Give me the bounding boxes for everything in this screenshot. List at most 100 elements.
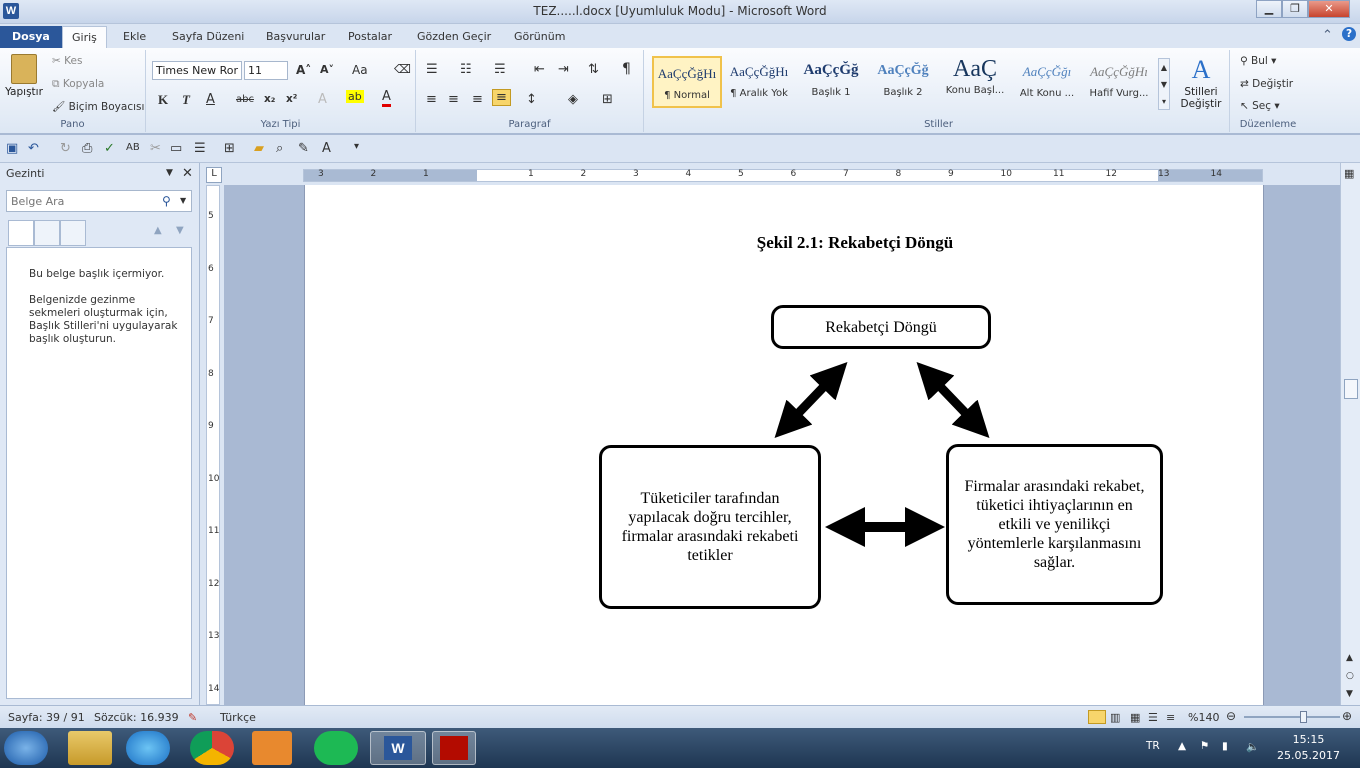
change-case-button[interactable]: Aa [352,63,368,77]
search-options-icon[interactable]: ▼ [180,196,186,205]
styles-scroll-icon[interactable]: ▲ ▼ ▾ [1158,58,1170,110]
replace-button[interactable]: ⇄ Değiştir [1240,78,1293,90]
zoom-out-icon[interactable]: ⊖ [1226,709,1236,723]
results-tab-icon[interactable] [60,220,86,246]
proofing-icon[interactable]: ✎ [188,711,197,724]
tab-selector-icon[interactable]: L [206,167,222,183]
restore-button[interactable]: ❐ [1282,0,1308,18]
input-language[interactable]: TR [1146,740,1160,752]
nav-menu-icon[interactable]: ▼ [166,168,173,178]
change-styles-button[interactable]: A Stilleri Değiştir [1174,54,1228,110]
style-subtitle[interactable]: AaÇçĞğı Alt Konu ... [1012,56,1082,108]
shading-icon[interactable]: ◈ [568,92,578,107]
tab-file[interactable]: Dosya [0,26,62,48]
tab-references[interactable]: Başvurular [257,26,334,48]
zoom-level[interactable]: %140 [1188,711,1219,724]
start-button-icon[interactable] [4,731,48,765]
spotify-icon[interactable] [314,731,358,765]
increase-indent-icon[interactable]: ⇥ [558,62,569,77]
cut-button[interactable]: ✂ Kes [52,55,82,67]
tab-insert[interactable]: Ekle [114,26,155,48]
font-color-icon[interactable]: A [382,90,391,107]
next-page-icon[interactable]: ▼ [1346,689,1353,699]
style-title[interactable]: AaÇ Konu Başl... [940,56,1010,108]
shrink-font-button[interactable]: A˅ [320,63,334,76]
underline-button[interactable]: A [206,92,215,107]
textbox-icon[interactable]: ▭ [170,141,182,156]
ribbon-collapse-icon[interactable]: ⌃ [1322,28,1333,43]
scroll-thumb[interactable] [1344,379,1358,399]
open-folder-icon[interactable]: ▰ [254,141,264,156]
tab-review[interactable]: Gözden Geçir [408,26,500,48]
next-heading-icon[interactable]: ▼ [176,225,184,236]
preview-icon[interactable]: ⌕ [276,141,283,156]
headings-tab-icon[interactable] [8,220,34,246]
copy-button[interactable]: ⧉ Kopyala [52,78,104,91]
sort-icon[interactable]: ⇅ [588,62,599,77]
list-icon[interactable]: ☰ [194,141,206,156]
redo-icon[interactable]: ↻ [60,141,71,156]
language[interactable]: Türkçe [220,711,256,724]
tab-mailings[interactable]: Postalar [339,26,401,48]
numbering-icon[interactable]: ☷ [460,62,472,77]
style-no-spacing[interactable]: AaÇçĞğHı ¶ Aralık Yok [724,56,794,108]
word-taskbar-icon[interactable]: W [370,731,426,765]
vertical-ruler[interactable]: 5 6 7 8 9 10 11 12 13 14 [200,185,224,705]
full-screen-view-icon[interactable]: ▥ [1110,711,1120,724]
draft-view-icon[interactable]: ≡ [1166,711,1175,724]
line-spacing-icon[interactable]: ↕ [526,92,537,107]
media-player-icon[interactable] [252,731,292,765]
justify-icon[interactable]: ≡ [492,89,511,106]
align-center-icon[interactable]: ≡ [448,92,459,107]
previous-heading-icon[interactable]: ▲ [154,225,162,236]
superscript-button[interactable]: x² [286,93,297,105]
style-normal[interactable]: AaÇçĞğHı ¶ Normal [652,56,722,108]
page-count[interactable]: Sayfa: 39 / 91 [8,711,85,724]
cut-icon[interactable]: ✂ [150,141,161,156]
zoom-slider-thumb[interactable] [1300,711,1307,723]
font-name-combo[interactable]: Times New Ror [152,61,242,80]
style-subtle-emphasis[interactable]: AaÇçĞğHı Hafif Vurg... [1084,56,1154,108]
abc-icon[interactable]: AB [126,142,140,153]
system-clock[interactable]: 15:15 25.05.2017 [1277,732,1340,764]
borders-icon[interactable]: ⊞ [602,92,613,107]
paste-button[interactable]: Yapıştır [4,54,44,100]
strikethrough-button[interactable]: abc [236,94,254,105]
tray-expand-icon[interactable]: ▲ [1178,740,1186,752]
decrease-indent-icon[interactable]: ⇤ [534,62,545,77]
format-painter-button[interactable]: 🖌 Biçim Boyacısı [52,100,144,113]
show-marks-button[interactable]: ¶ [622,61,631,77]
volume-icon[interactable]: 🔈 [1246,740,1259,753]
internet-explorer-icon[interactable] [126,731,170,765]
browse-object-icon[interactable]: ○ [1346,671,1354,681]
web-layout-view-icon[interactable]: ▦ [1130,711,1140,724]
minimize-button[interactable]: ▁ [1256,0,1282,18]
text-effects-icon[interactable]: A [318,92,327,107]
align-right-icon[interactable]: ≡ [472,92,483,107]
undo-icon[interactable]: ↶ [28,141,39,156]
print-layout-view-icon[interactable] [1088,710,1106,724]
align-left-icon[interactable]: ≡ [426,92,437,107]
explorer-icon[interactable] [68,731,112,765]
select-button[interactable]: ↖ Seç ▾ [1240,100,1280,112]
tab-view[interactable]: Görünüm [505,26,574,48]
word-count[interactable]: Sözcük: 16.939 [94,711,179,724]
search-icon[interactable]: ⚲ [162,194,171,208]
tab-page-layout[interactable]: Sayfa Düzeni [163,26,253,48]
close-button[interactable]: ✕ [1308,0,1350,18]
network-icon[interactable]: ▮ [1222,740,1228,752]
previous-page-icon[interactable]: ▲ [1346,653,1353,663]
horizontal-ruler[interactable]: L 3 2 1 1 2 3 4 5 6 7 8 9 10 11 12 13 14 [200,163,1340,185]
font-color-qat-icon[interactable]: A [322,141,331,156]
bold-button[interactable]: K [158,92,168,108]
multilevel-list-icon[interactable]: ☴ [494,62,506,77]
vertical-scrollbar[interactable]: ▦ ▲ ○ ▼ [1340,163,1360,705]
grow-font-button[interactable]: A˄ [296,63,311,77]
document-area[interactable]: Şekil 2.1: Rekabetçi Döngü Rekabetçi Dön… [224,185,1340,705]
help-icon[interactable]: ? [1342,27,1356,41]
find-button[interactable]: ⚲ Bul ▾ [1240,55,1276,67]
chrome-icon[interactable] [190,731,234,765]
print-preview-icon[interactable]: ⎙ [82,141,92,156]
zoom-slider[interactable] [1244,711,1340,723]
customize-qat-icon[interactable]: ▾ [354,141,359,152]
